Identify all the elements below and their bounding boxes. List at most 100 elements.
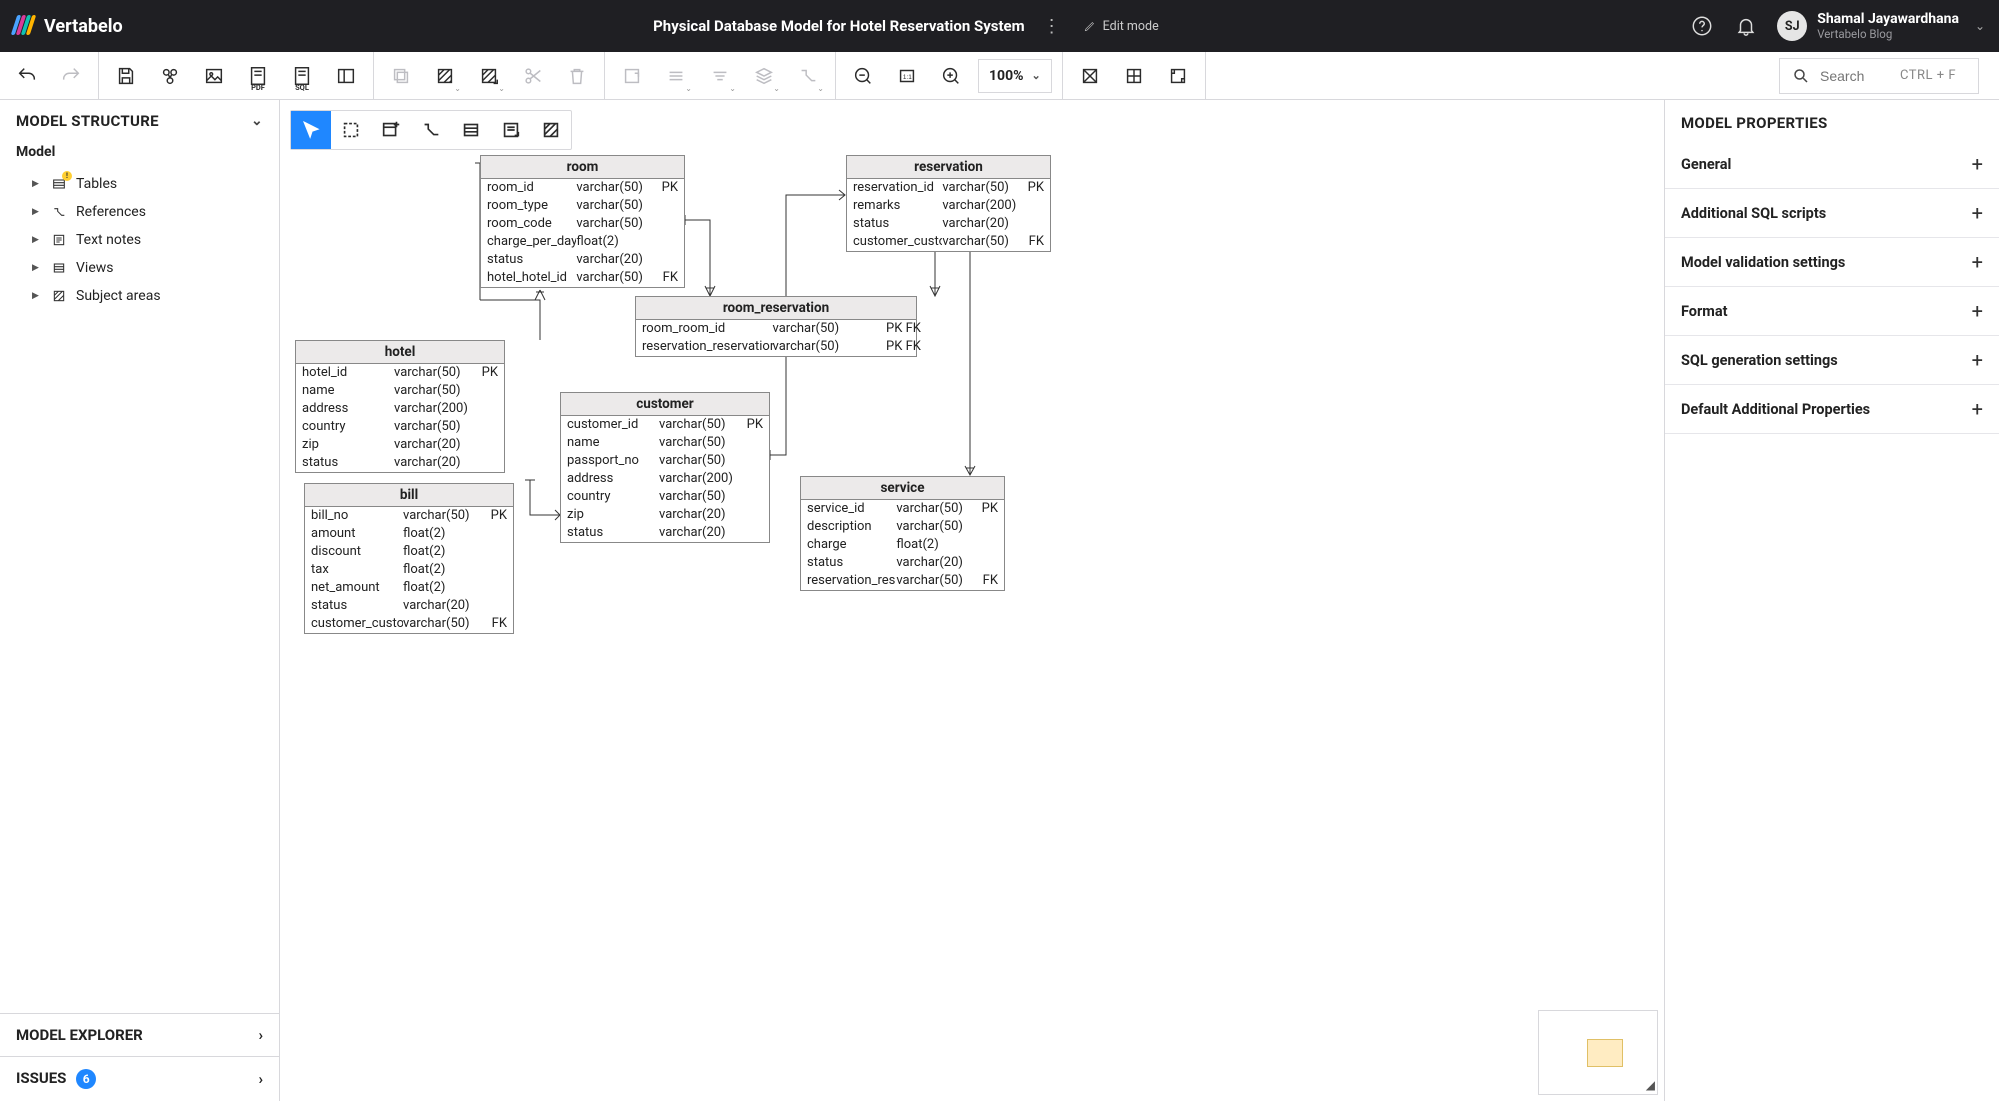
note2-icon — [500, 119, 522, 141]
section-label: Additional SQL scripts — [1681, 205, 1826, 222]
entity-column: room_idvarchar(50)PK — [481, 179, 684, 197]
chevron-down-icon: ⌄ — [1031, 69, 1040, 82]
align-h-button[interactable]: ⌄ — [659, 59, 693, 93]
bell-icon — [1735, 15, 1757, 37]
fit-icon: 1:1 — [896, 65, 918, 87]
entity-column: descriptionvarchar(50) — [801, 518, 1004, 536]
paste-special-button[interactable]: ⌄ — [472, 59, 506, 93]
section-sql-scripts[interactable]: Additional SQL scripts + — [1665, 189, 1999, 238]
new-reference-tool[interactable] — [411, 111, 451, 149]
layers-button[interactable]: ⌄ — [747, 59, 781, 93]
area2-icon — [540, 119, 562, 141]
crop-button[interactable] — [1161, 59, 1195, 93]
copy-button[interactable] — [384, 59, 418, 93]
entity-column: reservation_idvarchar(50)PK — [847, 179, 1050, 197]
logo-icon — [14, 15, 36, 37]
notifications-button[interactable] — [1733, 13, 1759, 39]
align-v-button[interactable]: ⌄ — [703, 59, 737, 93]
model-label: Model — [0, 138, 279, 166]
entity-reservation[interactable]: reservationreservation_idvarchar(50)PKre… — [846, 155, 1051, 252]
export-pdf-button[interactable]: PDF — [241, 59, 275, 93]
section-label: General — [1681, 156, 1731, 173]
zoom-out-button[interactable] — [846, 59, 880, 93]
undo-button[interactable] — [10, 59, 44, 93]
select-tool[interactable] — [291, 111, 331, 149]
document-menu-button[interactable]: ⋮ — [1037, 12, 1067, 41]
pencil-icon — [1083, 19, 1097, 33]
user-menu[interactable]: SJ Shamal Jayawardhana Vertabelo Blog ⌄ — [1777, 11, 1985, 41]
plus-icon: + — [1972, 348, 1983, 372]
new-table-tool[interactable] — [371, 111, 411, 149]
entity-service[interactable]: serviceservice_idvarchar(50)PKdescriptio… — [800, 476, 1005, 591]
section-default-props[interactable]: Default Additional Properties+ — [1665, 385, 1999, 434]
trash-icon — [566, 65, 588, 87]
panel-button[interactable] — [329, 59, 363, 93]
model-explorer-header[interactable]: MODEL EXPLORER › — [0, 1013, 279, 1056]
share-button[interactable] — [153, 59, 187, 93]
zoom-in-button[interactable] — [934, 59, 968, 93]
new-note-tool[interactable] — [491, 111, 531, 149]
route-icon — [797, 65, 819, 87]
tree-item-references[interactable]: ▶ References — [28, 198, 279, 226]
caret-right-icon: ▶ — [32, 207, 42, 217]
layers-icon — [753, 65, 775, 87]
user-name: Shamal Jayawardhana — [1817, 11, 1959, 27]
entity-column: countryvarchar(50) — [561, 488, 769, 506]
entity-room-reservation[interactable]: room_reservationroom_room_idvarchar(50)P… — [635, 296, 917, 357]
svg-text:1:1: 1:1 — [903, 73, 912, 80]
section-label: Model validation settings — [1681, 254, 1845, 271]
cut-button[interactable] — [516, 59, 550, 93]
edit-mode-button[interactable]: Edit mode — [1083, 19, 1159, 34]
search-hint: CTRL + F — [1900, 68, 1956, 83]
route-button[interactable]: ⌄ — [791, 59, 825, 93]
model-structure-header[interactable]: MODEL STRUCTURE ⌄ — [0, 100, 279, 138]
tree-item-subjectareas[interactable]: ▶ Subject areas — [28, 282, 279, 310]
search-input[interactable] — [1820, 68, 1890, 84]
section-validation[interactable]: Model validation settings+ — [1665, 238, 1999, 287]
export-image-button[interactable] — [197, 59, 231, 93]
brand-logo[interactable]: Vertabelo — [14, 15, 123, 37]
paste-button[interactable]: ⌄ — [428, 59, 462, 93]
help-button[interactable] — [1689, 13, 1715, 39]
issues-header[interactable]: ISSUES 6 › — [0, 1056, 279, 1101]
delete-button[interactable] — [560, 59, 594, 93]
resize-icon — [621, 65, 643, 87]
plus-icon: + — [1972, 201, 1983, 225]
tree-item-views[interactable]: ▶ Views — [28, 254, 279, 282]
avatar: SJ — [1777, 11, 1807, 41]
warning-badge: ! — [62, 171, 72, 181]
section-sqlgen[interactable]: SQL generation settings+ — [1665, 336, 1999, 385]
caret-right-icon: ▶ — [32, 179, 42, 189]
tree-item-textnotes[interactable]: ▶ Text notes — [28, 226, 279, 254]
zoom-fit-button[interactable]: 1:1 — [890, 59, 924, 93]
grid-button[interactable] — [1073, 59, 1107, 93]
minimap[interactable]: ◢ — [1538, 1010, 1658, 1095]
tree-item-tables[interactable]: ▶ ! Tables — [28, 170, 279, 198]
resize-button[interactable] — [615, 59, 649, 93]
entity-column: statusvarchar(20) — [801, 554, 1004, 572]
note-icon — [50, 231, 68, 249]
canvas[interactable]: roomroom_idvarchar(50)PKroom_typevarchar… — [280, 100, 1664, 1101]
redo-button[interactable] — [54, 59, 88, 93]
entity-column: hotel_idvarchar(50)PK — [296, 364, 504, 382]
save-button[interactable] — [109, 59, 143, 93]
table-icon: ! — [50, 175, 68, 193]
new-view-tool[interactable] — [451, 111, 491, 149]
marquee-tool[interactable] — [331, 111, 371, 149]
section-general[interactable]: General + — [1665, 140, 1999, 189]
entity-header: service — [801, 477, 1004, 500]
view2-icon — [460, 119, 482, 141]
zoom-select[interactable]: 100% ⌄ — [978, 59, 1052, 93]
section-format[interactable]: Format+ — [1665, 287, 1999, 336]
grid2-button[interactable] — [1117, 59, 1151, 93]
search-box[interactable]: CTRL + F — [1779, 58, 1979, 94]
export-sql-button[interactable]: SQL — [285, 59, 319, 93]
plus-icon: + — [1972, 152, 1983, 176]
new-area-tool[interactable] — [531, 111, 571, 149]
entity-room[interactable]: roomroom_idvarchar(50)PKroom_typevarchar… — [480, 155, 685, 288]
tree-label: Views — [76, 260, 114, 276]
entity-bill[interactable]: billbill_novarchar(50)PKamountfloat(2)di… — [304, 483, 514, 634]
entity-customer[interactable]: customercustomer_idvarchar(50)PKnamevarc… — [560, 392, 770, 543]
minimap-viewport — [1587, 1039, 1623, 1067]
entity-hotel[interactable]: hotelhotel_idvarchar(50)PKnamevarchar(50… — [295, 340, 505, 473]
